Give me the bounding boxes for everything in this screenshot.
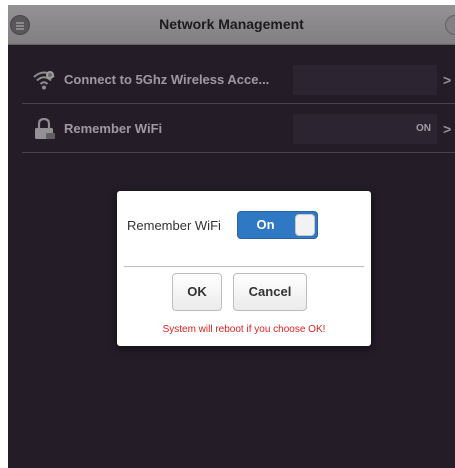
app-window: Network Management Connect to 5Ghz Wirel…: [8, 5, 455, 468]
dialog-label: Remember WiFi: [127, 218, 221, 233]
remember-wifi-dialog: Remember WiFi On OK Cancel System will r…: [117, 191, 371, 346]
reboot-warning: System will reboot if you choose OK!: [162, 324, 326, 335]
toggle-label: On: [256, 217, 275, 232]
ok-button[interactable]: OK: [172, 273, 222, 311]
toggle-knob[interactable]: [295, 214, 315, 236]
remember-wifi-toggle[interactable]: On: [237, 211, 318, 239]
dialog-divider: [124, 266, 364, 267]
cancel-button[interactable]: Cancel: [233, 273, 307, 311]
